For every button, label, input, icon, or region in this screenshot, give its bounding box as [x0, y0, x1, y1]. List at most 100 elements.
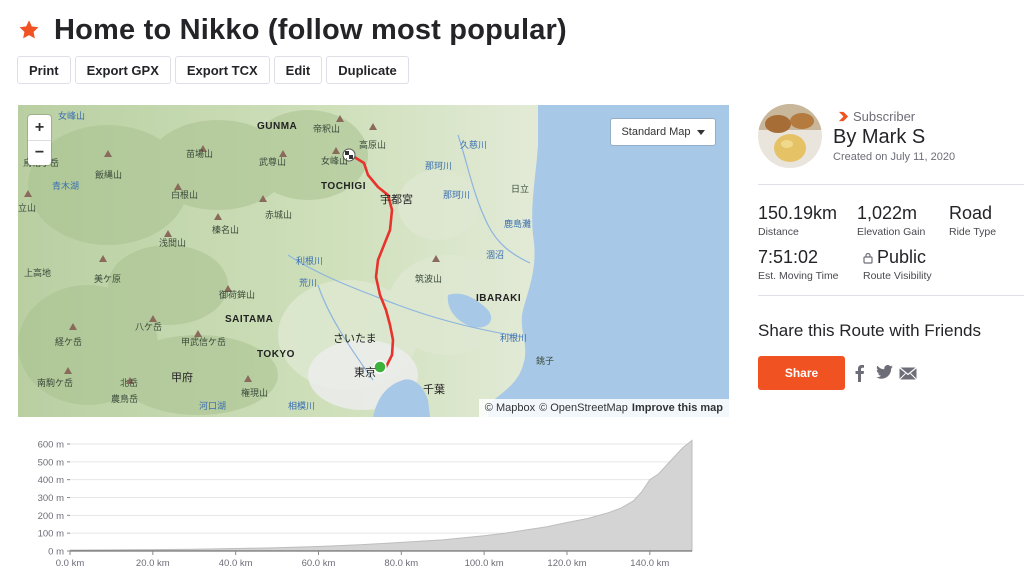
subscriber-icon: [838, 111, 849, 122]
map-label: 八ケ岳: [135, 322, 163, 332]
facebook-icon[interactable]: [854, 364, 865, 382]
map-label: 筑波山: [415, 274, 443, 284]
map-label: 河口湖: [199, 401, 227, 411]
map-label: SAITAMA: [225, 314, 274, 325]
x-tick-label: 40.0 km: [219, 558, 253, 569]
map-label: 日立: [511, 184, 530, 194]
route-map[interactable]: GUNMA TOCHIGI IBARAKI SAITAMA TOKYO さいたま…: [18, 105, 729, 417]
map-label: 女峰山: [58, 111, 86, 121]
subscriber-badge: Subscriber: [838, 109, 915, 124]
duplicate-button[interactable]: Duplicate: [326, 56, 409, 84]
export-tcx-button[interactable]: Export TCX: [174, 56, 270, 84]
map-label: 御荷鉾山: [219, 290, 256, 300]
map-label: 苗場山: [186, 149, 214, 159]
email-icon[interactable]: [899, 367, 917, 380]
lock-icon: [863, 252, 873, 264]
share-button[interactable]: Share: [758, 356, 845, 390]
map-label: 白根山: [171, 190, 199, 200]
print-button[interactable]: Print: [17, 56, 71, 84]
y-tick-label: 300 m: [38, 493, 64, 504]
y-tick-label: 400 m: [38, 475, 64, 486]
map-label: 武尊山: [259, 157, 287, 167]
mapbox-link[interactable]: © Mapbox: [485, 402, 535, 414]
zoom-in-button[interactable]: +: [28, 115, 51, 140]
y-tick-label: 0 m: [48, 547, 64, 558]
map-attribution: © Mapbox © OpenStreetMap Improve this ma…: [478, 399, 729, 417]
creator-name[interactable]: By Mark S: [833, 126, 925, 149]
ride-type-value: Road: [949, 203, 993, 223]
map-label: 青木湖: [52, 181, 80, 191]
map-style-label: Standard Map: [621, 126, 691, 138]
y-tick-label: 500 m: [38, 457, 64, 468]
map-label: 那珂川: [425, 161, 453, 171]
elevation-y-ticks: 600 m 500 m 400 m 300 m 200 m 100 m 0 m: [38, 440, 70, 558]
map-label: 那珂川: [443, 190, 471, 200]
avatar[interactable]: [758, 104, 822, 168]
moving-time-label: Est. Moving Time: [758, 270, 839, 282]
map-label: 銚子: [536, 356, 555, 366]
avatar-image: [758, 104, 822, 168]
divider: [758, 295, 1024, 296]
edit-button[interactable]: Edit: [273, 56, 323, 84]
osm-link[interactable]: © OpenStreetMap: [539, 402, 628, 414]
stat-ride-type: Road Ride Type: [949, 203, 996, 238]
elevation-gain-label: Elevation Gain: [857, 226, 926, 238]
map-label: TOCHIGI: [321, 181, 366, 192]
map-label: 経ケ岳: [55, 337, 83, 347]
divider: [758, 184, 1024, 185]
moving-time-value: 7:51:02: [758, 247, 819, 267]
distance-value: 150.19km: [758, 203, 838, 223]
map-style-select[interactable]: Standard Map: [611, 119, 715, 145]
map-label: 涸沼: [486, 250, 505, 260]
map-label: 久慈川: [460, 140, 488, 150]
map-label: 北岳: [120, 378, 139, 388]
y-tick-label: 200 m: [38, 511, 64, 522]
elevation-area: [69, 439, 693, 552]
map-label: 荒川: [299, 278, 318, 288]
map-label: 美ケ原: [94, 274, 122, 284]
subscriber-label: Subscriber: [853, 109, 916, 124]
map-label: GUNMA: [257, 121, 298, 132]
map-label: 千葉: [423, 384, 445, 396]
y-tick-label: 600 m: [38, 440, 64, 451]
map-label: 農鳥岳: [111, 394, 139, 404]
stat-elevation-gain: 1,022m Elevation Gain: [857, 203, 925, 238]
star-icon[interactable]: [18, 19, 40, 41]
improve-map-link[interactable]: Improve this map: [632, 402, 723, 414]
zoom-out-button[interactable]: −: [28, 140, 51, 165]
map-label: 浅間山: [159, 238, 187, 248]
map-label: 高原山: [359, 140, 387, 150]
elevation-gain-value: 1,022m: [857, 203, 918, 223]
visibility-text: Public: [877, 247, 927, 267]
map-label: 飯縄山: [95, 170, 123, 180]
map-label: 女峰山: [321, 156, 349, 166]
ride-type-label: Ride Type: [949, 226, 997, 238]
map-label: IBARAKI: [476, 293, 522, 304]
visibility-value: Public: [863, 247, 932, 268]
x-tick-label: 80.0 km: [384, 558, 418, 569]
visibility-label: Route Visibility: [863, 270, 932, 282]
zoom-control: + −: [28, 115, 51, 165]
x-tick-label: 20.0 km: [136, 558, 170, 569]
x-tick-label: 0.0 km: [56, 558, 85, 569]
map-label: 鹿島灘: [504, 219, 532, 229]
map-label: 立山: [18, 203, 37, 213]
stat-visibility: Public Route Visibility: [863, 247, 932, 282]
map-label: 上高地: [24, 268, 52, 278]
map-label: さいたま: [333, 333, 377, 345]
chevron-down-icon: [696, 129, 705, 135]
twitter-icon[interactable]: [876, 365, 893, 379]
route-header: Home to Nikko (follow most popular): [18, 10, 567, 50]
map-label: 宇都宮: [380, 194, 413, 206]
map-label: 利根川: [296, 256, 324, 266]
elevation-chart[interactable]: 600 m 500 m 400 m 300 m 200 m 100 m 0 m 0.0 km…: [18, 432, 708, 579]
stat-moving-time: 7:51:02 Est. Moving Time: [758, 247, 839, 282]
map-label: 榛名山: [212, 225, 240, 235]
export-gpx-button[interactable]: Export GPX: [74, 56, 171, 84]
share-heading: Share this Route with Friends: [758, 321, 981, 340]
map-label: 利根川: [500, 333, 528, 343]
x-tick-label: 100.0 km: [465, 558, 504, 569]
map-label: 赤城山: [265, 210, 293, 220]
created-date: Created on July 11, 2020: [833, 151, 956, 163]
action-toolbar: Print Export GPX Export TCX Edit Duplica…: [17, 56, 409, 84]
